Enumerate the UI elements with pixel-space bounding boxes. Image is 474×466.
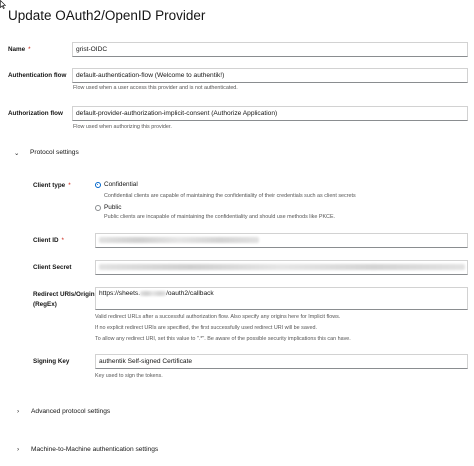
- authorization-flow-select[interactable]: default-provider-authorization-implicit-…: [72, 106, 468, 121]
- required-marker: *: [28, 46, 31, 53]
- authorization-flow-label: Authorization flow: [8, 110, 63, 117]
- authentication-flow-label: Authentication flow: [8, 72, 67, 79]
- redirect-uris-label-regex: (RegEx): [33, 301, 57, 308]
- protocol-settings-title: Protocol settings: [30, 149, 79, 156]
- redirect-uris-help-1: Valid redirect URLs after a successful a…: [95, 314, 341, 320]
- signing-key-select[interactable]: authentik Self-signed Certificate: [95, 354, 468, 369]
- public-radio[interactable]: [95, 205, 101, 211]
- authentication-flow-select[interactable]: default-authentication-flow (Welcome to …: [72, 68, 468, 83]
- client-secret-label: Client Secret: [33, 264, 72, 271]
- client-type-label: Client type *: [33, 182, 71, 189]
- authorization-flow-help: Flow used when authorizing this provider…: [73, 124, 172, 130]
- signing-key-help: Key used to sign the tokens.: [95, 373, 163, 379]
- client-id-label: Client ID *: [33, 237, 64, 244]
- redirect-uris-help-3: To allow any redirect URI, set this valu…: [95, 336, 351, 342]
- confidential-option-label: Confidential: [104, 181, 138, 188]
- machine-to-machine-settings-title: Machine-to-Machine authentication settin…: [31, 446, 159, 453]
- client-secret-input[interactable]: [95, 260, 468, 275]
- name-input[interactable]: grist-OIDC: [72, 42, 468, 57]
- redirect-uris-help-2: If no explicit redirect URIs are specifi…: [95, 325, 318, 331]
- mouse-pointer-icon: [0, 0, 6, 9]
- advanced-protocol-settings-title: Advanced protocol settings: [31, 408, 111, 415]
- name-label: Name *: [8, 46, 31, 53]
- public-option-help: Public clients are incapable of maintain…: [104, 214, 336, 220]
- signing-key-label: Signing Key: [33, 358, 70, 365]
- redirect-uri-suffix: /oauth2/callback: [166, 290, 214, 297]
- redirect-uri-prefix: https://sheets.: [99, 290, 141, 297]
- confidential-radio[interactable]: [95, 182, 101, 188]
- redirect-uris-label: Redirect URIs/Origins: [33, 291, 99, 298]
- chevron-right-icon: ›: [17, 446, 20, 453]
- authentication-flow-help: Flow used when a user access this provid…: [73, 85, 238, 91]
- redacted-client-id: [99, 237, 259, 244]
- public-option-label: Public: [104, 204, 122, 211]
- page-title: Update OAuth2/OpenID Provider: [8, 8, 206, 23]
- redacted-client-secret: [99, 264, 465, 271]
- redirect-uris-textarea[interactable]: https://sheets. /oauth2/callback: [95, 287, 468, 310]
- redacted-domain: [140, 290, 167, 296]
- confidential-option-help: Confidential clients are capable of main…: [104, 193, 356, 199]
- chevron-right-icon: ›: [17, 408, 20, 415]
- client-id-input[interactable]: [95, 233, 468, 248]
- chevron-down-icon: ⌄: [14, 150, 20, 157]
